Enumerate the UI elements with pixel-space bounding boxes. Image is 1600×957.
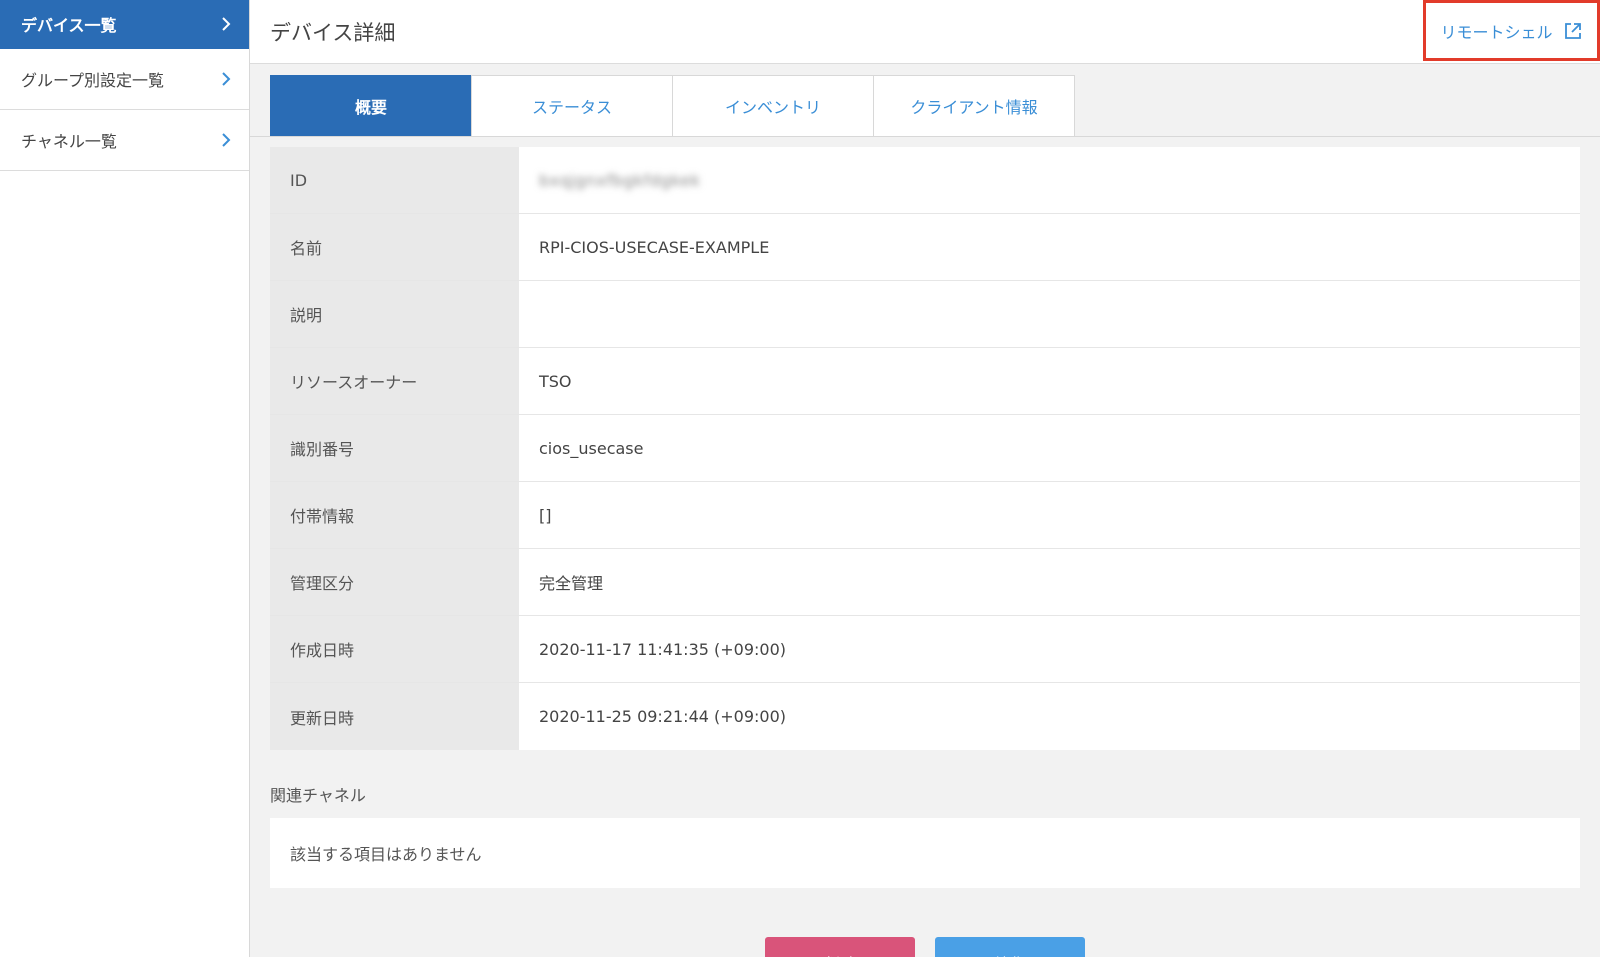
sidebar-item-label: グループ別設定一覧 xyxy=(21,71,165,90)
detail-label: 管理区分 xyxy=(270,549,519,615)
detail-label: 作成日時 xyxy=(270,616,519,682)
chevron-right-icon xyxy=(219,133,233,147)
sidebar: デバイス一覧 グループ別設定一覧 チャネル一覧 xyxy=(0,0,250,957)
edit-button[interactable]: 編集 xyxy=(935,937,1085,957)
tab-bar: 概要 ステータス インベントリ クライアント情報 xyxy=(250,75,1600,136)
app-root: デバイス一覧 グループ別設定一覧 チャネル一覧 デバイス詳細 リモートシェル 概… xyxy=(0,0,1600,957)
detail-label: 名前 xyxy=(270,214,519,280)
action-buttons: 削除 編集 xyxy=(250,937,1600,957)
device-detail-table: ID bxqjgnxfbgkfdgkek 名前 RPI-CIOS-USECASE… xyxy=(270,147,1580,750)
detail-value: 完全管理 xyxy=(539,574,604,593)
detail-row-description: 説明 xyxy=(270,281,1580,348)
page-title: デバイス詳細 xyxy=(270,20,396,45)
tab-overview[interactable]: 概要 xyxy=(270,75,472,136)
sidebar-item-channel-list[interactable]: チャネル一覧 xyxy=(0,110,249,171)
related-channels-empty: 該当する項目はありません xyxy=(270,818,1580,888)
detail-label: 識別番号 xyxy=(270,415,519,481)
remote-shell-label: リモートシェル xyxy=(1440,22,1553,42)
detail-row-management-type: 管理区分 完全管理 xyxy=(270,549,1580,616)
remote-shell-link[interactable]: リモートシェル xyxy=(1423,0,1600,61)
detail-value: [] xyxy=(539,505,552,525)
detail-row-resource-owner: リソースオーナー TSO xyxy=(270,348,1580,415)
detail-label: リソースオーナー xyxy=(270,348,519,414)
detail-value xyxy=(519,281,1580,347)
external-link-icon xyxy=(1563,21,1583,41)
detail-value: 2020-11-25 09:21:44 (+09:00) xyxy=(539,707,787,726)
tab-status[interactable]: ステータス xyxy=(471,75,673,136)
detail-row-created-at: 作成日時 2020-11-17 11:41:35 (+09:00) xyxy=(270,616,1580,683)
detail-label: 付帯情報 xyxy=(270,482,519,548)
detail-row-id: ID bxqjgnxfbgkfdgkek xyxy=(270,147,1580,214)
sidebar-item-device-list[interactable]: デバイス一覧 xyxy=(0,0,249,49)
detail-value-id: bxqjgnxfbgkfdgkek xyxy=(519,147,1580,213)
detail-row-updated-at: 更新日時 2020-11-25 09:21:44 (+09:00) xyxy=(270,683,1580,750)
page-header: デバイス詳細 リモートシェル xyxy=(250,0,1600,64)
tab-client-info[interactable]: クライアント情報 xyxy=(873,75,1075,136)
related-channels-title: 関連チャネル xyxy=(270,786,366,805)
delete-button[interactable]: 削除 xyxy=(765,937,915,957)
detail-label: ID xyxy=(270,147,519,213)
sidebar-item-label: チャネル一覧 xyxy=(21,132,117,151)
detail-value: TSO xyxy=(539,371,572,391)
main-content: デバイス詳細 リモートシェル 概要 ステータス インベントリ クライアント情報 xyxy=(250,0,1600,957)
detail-label: 説明 xyxy=(270,281,519,347)
detail-value: RPI-CIOS-USECASE-EXAMPLE xyxy=(539,237,770,257)
tab-divider xyxy=(250,136,1600,137)
tab-inventory[interactable]: インベントリ xyxy=(672,75,874,136)
detail-label: 更新日時 xyxy=(270,683,519,750)
chevron-right-icon xyxy=(219,17,233,31)
blurred-id-value: bxqjgnxfbgkfdgkek xyxy=(539,170,701,190)
chevron-right-icon xyxy=(219,72,233,86)
detail-row-name: 名前 RPI-CIOS-USECASE-EXAMPLE xyxy=(270,214,1580,281)
empty-message: 該当する項目はありません xyxy=(290,845,482,864)
sidebar-item-label: デバイス一覧 xyxy=(21,16,117,35)
sidebar-item-group-settings[interactable]: グループ別設定一覧 xyxy=(0,49,249,110)
detail-value: cios_usecase xyxy=(539,438,644,458)
detail-row-additional-info: 付帯情報 [] xyxy=(270,482,1580,549)
detail-value: 2020-11-17 11:41:35 (+09:00) xyxy=(539,639,787,659)
detail-row-identifier: 識別番号 cios_usecase xyxy=(270,415,1580,482)
